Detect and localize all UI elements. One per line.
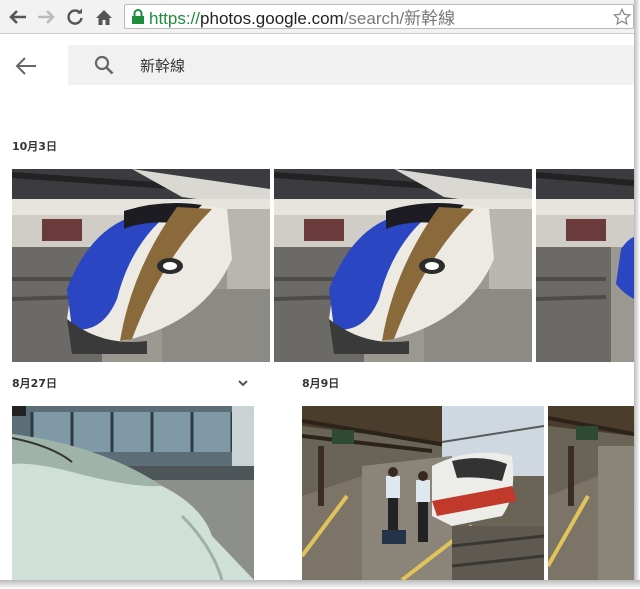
photo-thumbnail[interactable] <box>12 406 254 580</box>
chevron-down-icon[interactable] <box>236 376 250 390</box>
browser-reload-button[interactable] <box>65 7 85 27</box>
date-header: 8月9日 <box>302 377 340 390</box>
date-header: 10月3日 <box>12 140 57 153</box>
arrow-back-icon[interactable] <box>14 55 38 77</box>
browser-forward-button[interactable] <box>36 7 56 27</box>
lock-icon <box>132 8 144 24</box>
search-icon <box>94 55 114 75</box>
date-header: 8月27日 <box>12 377 57 390</box>
page-frame-shadow <box>634 0 640 589</box>
search-query: 新幹線 <box>140 57 186 75</box>
photo-thumbnail[interactable] <box>302 406 544 580</box>
photo-thumbnail[interactable] <box>548 406 634 580</box>
browser-home-button[interactable] <box>94 7 114 27</box>
search-input[interactable]: 新幹線 <box>68 45 634 85</box>
photo-thumbnail[interactable] <box>274 169 532 362</box>
url-scheme: https:// <box>149 9 201 28</box>
url-text: https://photos.google.com/search/新幹線 <box>149 4 455 29</box>
app-search-bar: 新幹線 <box>0 35 634 97</box>
bookmark-star-icon[interactable] <box>613 8 631 26</box>
photo-thumbnail[interactable] <box>536 169 634 362</box>
url-host: photos.google.com <box>200 9 344 28</box>
browser-toolbar: https://photos.google.com/search/新幹線 <box>0 0 634 34</box>
photo-thumbnail[interactable] <box>12 169 270 362</box>
back-icon <box>9 10 26 24</box>
url-path: /search/新幹線 <box>343 9 456 28</box>
browser-back-button[interactable] <box>8 7 28 27</box>
address-bar[interactable]: https://photos.google.com/search/新幹線 <box>124 4 634 29</box>
home-icon <box>96 9 112 25</box>
reload-icon <box>67 8 83 25</box>
page-frame-shadow <box>0 580 640 589</box>
forward-icon <box>38 10 55 24</box>
